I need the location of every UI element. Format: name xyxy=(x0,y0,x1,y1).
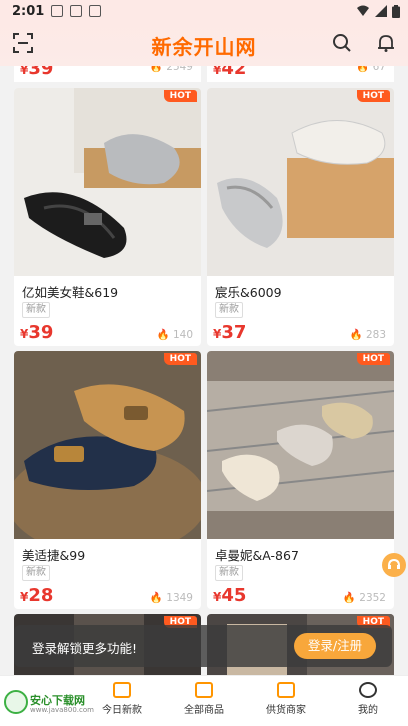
top-header: 新余开山网 xyxy=(0,22,408,66)
bell-icon[interactable] xyxy=(376,33,396,53)
product-price: ¥42 xyxy=(213,66,247,79)
product-card[interactable]: HOT 宸乐&6009 新款 ¥37 🔥 283 xyxy=(207,88,394,346)
status-bar: 2:01 xyxy=(0,0,408,22)
watermark-url: www.java800.com xyxy=(30,706,94,714)
product-price: ¥28 xyxy=(20,585,54,606)
hot-badge: HOT xyxy=(356,90,390,102)
wifi-icon xyxy=(357,5,369,16)
watermark: 安心下载网 www.java800.com xyxy=(0,684,104,724)
product-card[interactable]: ¥39 🔥 2549 xyxy=(14,66,201,82)
product-image[interactable] xyxy=(207,351,394,539)
product-card[interactable]: HOT 亿如美女鞋&619 新款 ¥39 🔥 140 xyxy=(14,88,201,346)
product-price: ¥45 xyxy=(213,585,247,606)
status-indicators xyxy=(356,4,400,18)
tab-all-products[interactable]: 全部商品 xyxy=(174,680,234,716)
status-time: 2:01 xyxy=(12,3,45,19)
product-image[interactable] xyxy=(207,88,394,276)
notification-icon xyxy=(51,5,64,17)
new-tag: 新款 xyxy=(215,302,243,318)
user-icon xyxy=(359,682,377,698)
tab-label: 今日新款 xyxy=(102,705,142,716)
heat-count: 🔥 2549 xyxy=(149,66,193,73)
login-register-button[interactable]: 登录/注册 xyxy=(294,633,376,659)
product-price: ¥39 xyxy=(20,66,54,79)
battery-icon xyxy=(392,4,400,18)
notification-icon xyxy=(70,5,83,17)
product-name: 亿如美女鞋&619 xyxy=(22,285,119,300)
new-tag: 新款 xyxy=(22,302,50,318)
tab-suppliers[interactable]: 供货商家 xyxy=(256,680,316,716)
hot-badge: HOT xyxy=(356,353,390,365)
product-price: ¥39 xyxy=(20,322,54,343)
tab-mine[interactable]: 我的 xyxy=(338,680,398,716)
product-name: 卓曼妮&A-867 xyxy=(215,548,299,563)
product-card[interactable]: ¥42 🔥 67 xyxy=(207,66,394,82)
product-feed[interactable]: ¥39 🔥 2549 ¥42 🔥 67 HOT 亿如美女鞋&619 新款 ¥39… xyxy=(0,66,408,675)
heat-count: 🔥 283 xyxy=(349,329,386,341)
product-name: 宸乐&6009 xyxy=(215,285,282,300)
new-tag: 新款 xyxy=(22,565,50,581)
customer-service-button[interactable] xyxy=(382,553,406,577)
watermark-logo-icon xyxy=(4,690,28,714)
product-card[interactable]: HOT 美适捷&99 新款 ¥28 🔥 1349 xyxy=(14,351,201,609)
headset-icon xyxy=(388,558,400,569)
hot-badge: HOT xyxy=(163,90,197,102)
heat-count: 🔥 1349 xyxy=(149,592,193,604)
product-image[interactable] xyxy=(14,351,201,539)
search-icon[interactable] xyxy=(332,33,352,53)
shopping-bag-icon xyxy=(195,682,213,698)
tab-label: 全部商品 xyxy=(184,705,224,716)
product-name: 美适捷&99 xyxy=(22,548,86,563)
tab-label: 我的 xyxy=(358,705,378,716)
login-prompt: 登录解锁更多功能! xyxy=(32,641,138,656)
login-banner: 登录解锁更多功能! 登录/注册 xyxy=(14,625,392,667)
tab-label: 供货商家 xyxy=(266,705,306,716)
product-price: ¥37 xyxy=(213,322,247,343)
signal-icon xyxy=(375,5,387,17)
heat-count: 🔥 140 xyxy=(156,329,193,341)
product-card[interactable]: HOT 卓曼妮&A-867 新款 ¥45 🔥 2352 xyxy=(207,351,394,609)
store-icon xyxy=(277,682,295,698)
product-image[interactable] xyxy=(14,88,201,276)
new-tag: 新款 xyxy=(215,565,243,581)
notification-icon xyxy=(89,5,102,17)
new-icon xyxy=(113,682,131,698)
hot-badge: HOT xyxy=(163,353,197,365)
heat-count: 🔥 2352 xyxy=(342,592,386,604)
heat-count: 🔥 67 xyxy=(356,66,386,73)
